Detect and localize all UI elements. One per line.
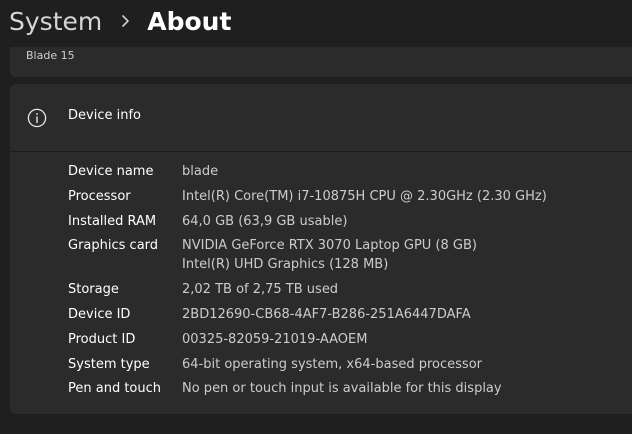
device-info-header[interactable]: Device info [10, 84, 632, 152]
device-model-label: Blade 15 [26, 49, 75, 62]
spec-value: 2,02 TB of 2,75 TB used [182, 282, 339, 298]
device-info-title: Device info [68, 108, 141, 123]
spec-value: 2BD12690-CB68-4AF7-B286-251A6447DAFA [182, 307, 471, 322]
spec-label: Pen and touch [68, 381, 162, 397]
card-divider [10, 414, 632, 415]
breadcrumb: System About [9, 0, 231, 42]
info-icon [27, 108, 47, 128]
spec-value: blade [182, 164, 219, 179]
spec-label: Installed RAM [68, 213, 157, 229]
spec-label: Product ID [68, 331, 136, 347]
spec-value: Intel(R) Core(TM) i7-10875H CPU @ 2.30GH… [182, 188, 547, 204]
spec-value: 64,0 GB (63,9 GB usable) [182, 213, 348, 229]
spec-value: NVIDIA GeForce RTX 3070 Laptop GPU (8 GB… [182, 238, 477, 254]
spec-value: 64-bit operating system, x64-based proce… [182, 356, 482, 372]
spec-value: Intel(R) UHD Graphics (128 MB) [182, 257, 389, 273]
spec-label: System type [68, 356, 150, 372]
settings-about-page: System About Blade 15 Device info Device… [0, 0, 632, 434]
breadcrumb-system-link[interactable]: System [9, 7, 102, 36]
spec-label: Device ID [68, 307, 131, 322]
page-title: About [147, 6, 232, 36]
chevron-right-icon [122, 15, 130, 27]
spec-value: No pen or touch input is available for t… [182, 381, 502, 397]
spec-label: Storage [68, 282, 119, 298]
spec-value: 00325-82059-21019-AAOEM [182, 331, 368, 347]
device-info-card: Device info Device name blade Processor Int… [10, 84, 632, 415]
spec-label: Processor [68, 188, 131, 204]
spec-label: Graphics card [68, 238, 159, 254]
spec-label: Device name [68, 164, 154, 179]
device-model-card: Blade 15 [10, 47, 632, 77]
